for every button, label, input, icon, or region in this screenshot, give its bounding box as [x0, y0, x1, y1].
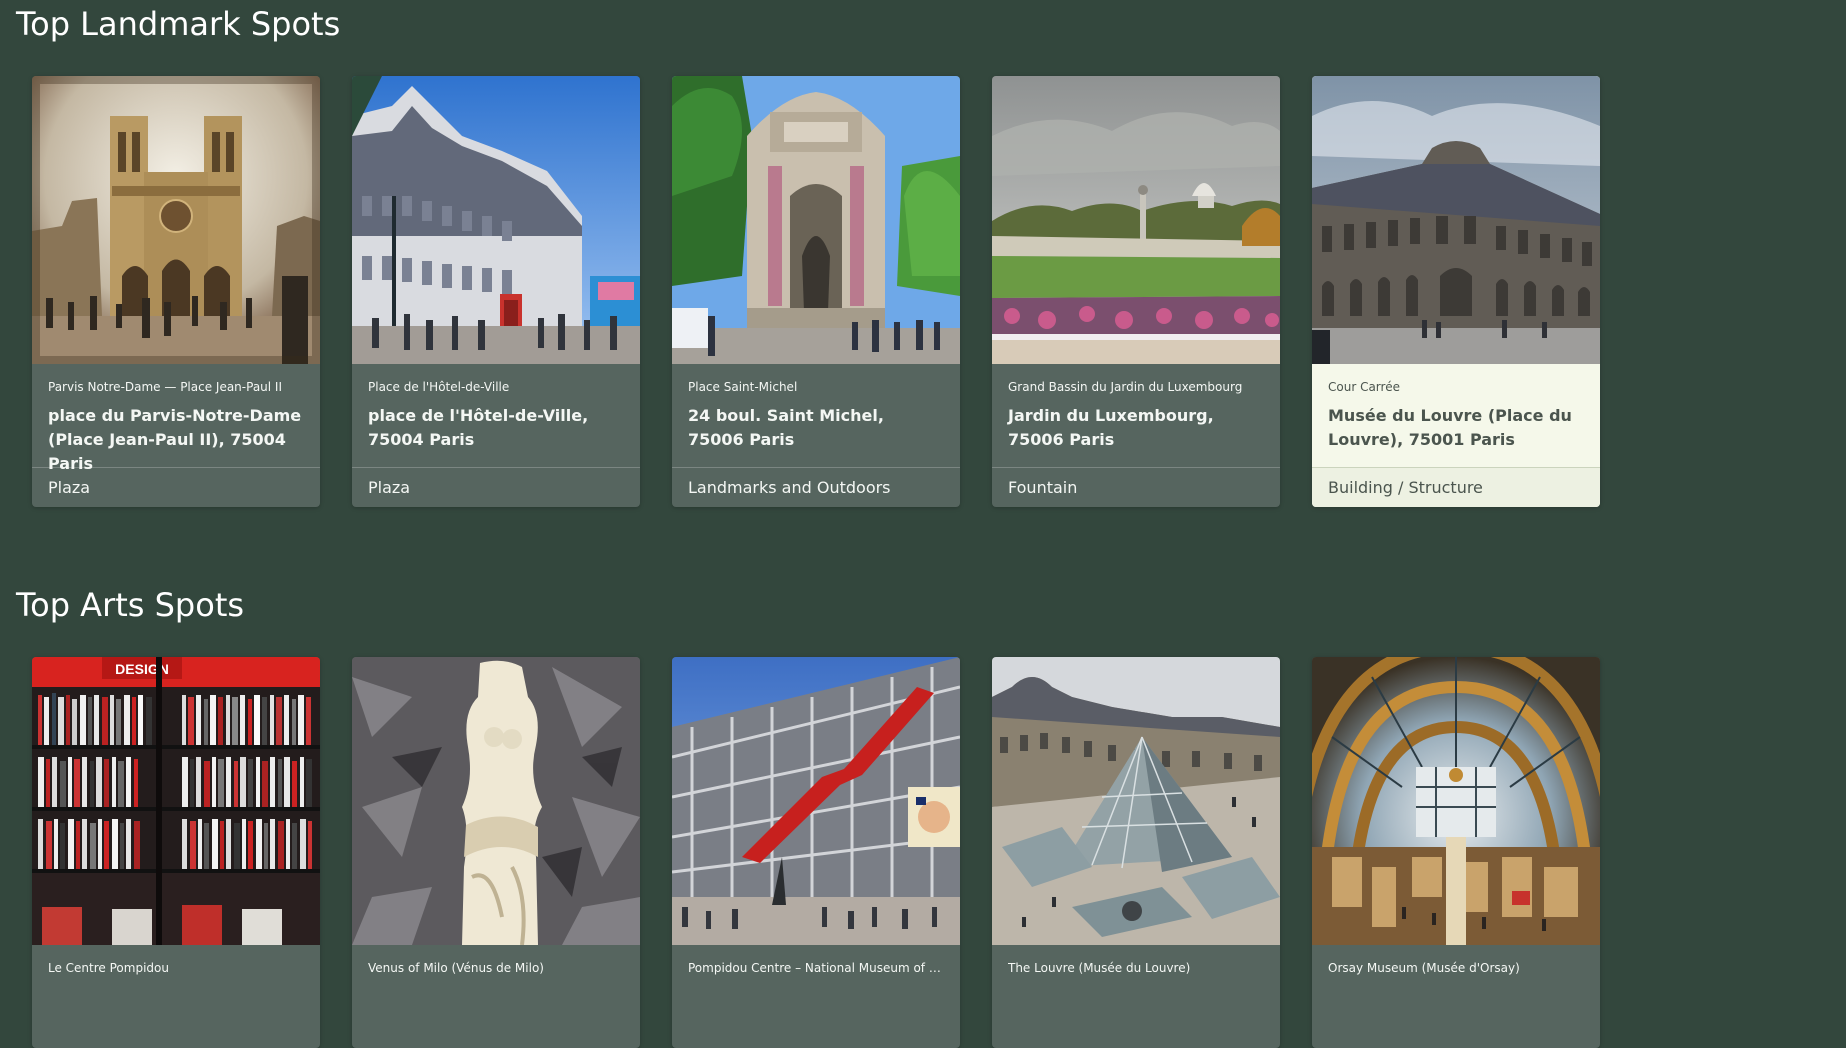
arts-card[interactable]: Orsay Museum (Musée d'Orsay): [1312, 657, 1600, 1048]
card-name: Venus of Milo (Vénus de Milo): [368, 961, 544, 975]
arts-section-title: Top Arts Spots: [16, 586, 245, 624]
jardin-du-luxembourg-photo: [992, 76, 1280, 364]
landmark-card[interactable]: Place de l'Hôtel-de-Ville place de l'Hôt…: [352, 76, 640, 507]
card-category: Landmarks and Outdoors: [672, 467, 960, 507]
landmark-section-title: Top Landmark Spots: [16, 5, 341, 43]
cour-carree-photo: [1312, 76, 1600, 364]
fontaine-saint-michel-photo: [672, 76, 960, 364]
arts-card[interactable]: Pompidou Centre – National Museum of Mod…: [672, 657, 960, 1048]
landmark-card[interactable]: Place Saint-Michel 24 boul. Saint Michel…: [672, 76, 960, 507]
card-name: The Louvre (Musée du Louvre): [1008, 961, 1191, 975]
card-name: Place Saint-Michel: [688, 380, 798, 394]
card-category: Fountain: [992, 467, 1280, 507]
card-name: Orsay Museum (Musée d'Orsay): [1328, 961, 1520, 975]
arts-card[interactable]: Venus of Milo (Vénus de Milo): [352, 657, 640, 1048]
card-name: Grand Bassin du Jardin du Luxembourg: [1008, 380, 1243, 394]
card-name: Place de l'Hôtel-de-Ville: [368, 380, 510, 394]
card-category: Plaza: [352, 467, 640, 507]
louvre-pyramid-photo: [992, 657, 1280, 945]
card-address: place de l'Hôtel-de-Ville, 75004 Paris: [368, 406, 589, 449]
card-name: Parvis Notre-Dame — Place Jean-Paul II: [48, 380, 282, 394]
card-category: Building / Structure: [1312, 467, 1600, 507]
card-address: 24 boul. Saint Michel, 75006 Paris: [688, 406, 884, 449]
notre-dame-photo: [32, 76, 320, 364]
card-name: Cour Carrée: [1328, 380, 1400, 394]
card-name: Le Centre Pompidou: [48, 961, 169, 975]
card-address: Jardin du Luxembourg, 75006 Paris: [1008, 406, 1214, 449]
card-address: Musée du Louvre (Place du Louvre), 75001…: [1328, 406, 1572, 449]
landmark-card[interactable]: Cour Carrée Musée du Louvre (Place du Lo…: [1312, 76, 1600, 507]
landmark-card[interactable]: Parvis Notre-Dame — Place Jean-Paul II p…: [32, 76, 320, 507]
hotel-de-ville-photo: [352, 76, 640, 364]
card-address: place du Parvis-Notre-Dame (Place Jean-P…: [48, 406, 302, 473]
arts-card-row: DESIGN Le Centre Pompidou Venus of Milo …: [32, 657, 1600, 1048]
card-name: Pompidou Centre – National Museum of Mod…: [688, 961, 944, 975]
landmark-card-row: Parvis Notre-Dame — Place Jean-Paul II p…: [32, 76, 1600, 507]
venus-de-milo-photo: [352, 657, 640, 945]
musee-d-orsay-photo: [1312, 657, 1600, 945]
landmark-card[interactable]: Grand Bassin du Jardin du Luxembourg Jar…: [992, 76, 1280, 507]
pompidou-bookshop-photo: DESIGN: [32, 657, 320, 945]
arts-card[interactable]: The Louvre (Musée du Louvre): [992, 657, 1280, 1048]
arts-card[interactable]: DESIGN Le Centre Pompidou: [32, 657, 320, 1048]
centre-pompidou-photo: [672, 657, 960, 945]
